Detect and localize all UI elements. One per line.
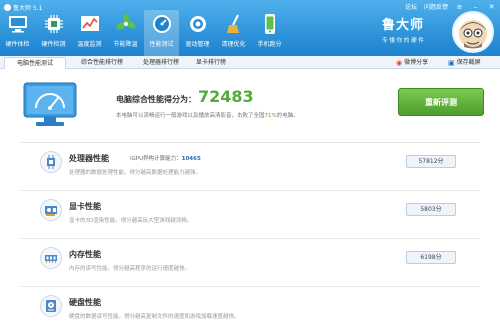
tool-label: 温度监测 [77,41,102,48]
tool-cleanup[interactable]: 清理优化 [216,10,251,56]
score-desc-percent: 71% [264,113,277,119]
tool-label: 硬件体检 [5,41,30,48]
tool-label: 硬件检测 [41,41,66,48]
window-controls: 论坛 问题反馈 ≡ – ✕ [405,2,496,12]
menu-icon[interactable]: ≡ [455,3,464,11]
cpu-icon [40,151,62,173]
tool-label: 驱动管理 [185,41,210,48]
monitor-icon [7,13,29,35]
list-item-cpu: 处理器性能 iGPU异构计算能力：10465 处理器的数据处理性能，得分越高数据… [20,143,480,191]
main-toolbar: 硬件体检 硬件检测 温度监测 节能降温 性能测试 驱动管理 清理优化 手机跑分 [0,10,288,56]
forum-link[interactable]: 论坛 [405,2,417,11]
tab-pc-performance[interactable]: 电脑性能测试 [4,57,66,69]
row-description: 硬盘的数据读写性能，得分越高复制文件的速度和游戏加载速度越快。 [69,314,240,320]
close-icon[interactable]: ✕ [487,3,496,11]
row-score-badge[interactable]: 5803分 [406,203,456,216]
save-screenshot-label: 保存截屏 [456,59,481,66]
row-description: 处理器的数据处理性能，得分越高数据处理能力越强。 [69,170,202,176]
phone-icon [259,13,281,35]
tool-label: 节能降温 [113,41,138,48]
row-title: 处理器性能 [69,154,109,163]
performance-list: 处理器性能 iGPU异构计算能力：10465 处理器的数据处理性能，得分越高数据… [20,142,480,336]
row-description: 显卡的3D渲染性能，得分越高玩大型游戏越流畅。 [69,218,193,224]
weibo-share-button[interactable]: ◉ 微博分享 [396,57,428,69]
retest-button[interactable]: 重新评测 [398,88,484,116]
computer-monitor-icon [22,82,78,128]
tool-label: 清理优化 [221,41,246,48]
weibo-icon: ◉ [396,59,403,67]
brand: 鲁大师 专 懂 你 的 硬 件 [358,14,448,44]
row-description: 内存的读写性能，得分越高程序的运行速度越快。 [69,266,191,272]
tab-bar: 电脑性能测试 综合性能排行榜 处理器排行榜 显卡排行榜 ◉ 微博分享 ▣ 保存截… [0,56,500,69]
feedback-link[interactable]: 问题反馈 [424,2,448,11]
row-score-badge[interactable]: 6198分 [406,251,456,264]
tab-overall-ranking[interactable]: 综合性能排行榜 [70,57,134,69]
gear-icon [187,13,209,35]
camera-icon: ▣ [448,59,455,67]
weibo-share-label: 微博分享 [404,59,429,66]
row-score-badge[interactable]: 57812分 [406,155,456,168]
score-panel: 电脑综合性能得分为： 72483 本电脑可以流畅运行一般游戏以及播放高清影音，击… [10,78,490,134]
list-item-memory: 内存性能 内存的读写性能，得分越高程序的运行速度越快。 6198分 [20,239,480,287]
graphics-card-icon [40,199,62,221]
tab-cpu-ranking[interactable]: 处理器排行榜 [134,57,188,69]
broom-icon [223,13,245,35]
score-desc-text: 本电脑可以流畅运行一般游戏以及播放高清影音，击败了全国 [116,113,265,119]
chip-icon [43,13,65,35]
list-item-gpu: 显卡性能 显卡的3D渲染性能，得分越高玩大型游戏越流畅。 5803分 [20,191,480,239]
mascot-avatar[interactable] [452,11,494,53]
save-screenshot-button[interactable]: ▣ 保存截屏 [448,57,481,69]
tab-gpu-ranking[interactable]: 显卡排行榜 [188,57,234,69]
tool-label: 手机跑分 [257,41,282,48]
tool-driver-manager[interactable]: 驱动管理 [180,10,215,56]
tool-performance-test[interactable]: 性能测试 [144,10,179,56]
top-bar: 鲁大师 5.1 论坛 问题反馈 ≡ – ✕ 硬件体检 硬件检测 温度监测 节能降… [0,0,500,56]
tool-hardware-detect[interactable]: 硬件检测 [36,10,71,56]
speedometer-icon [151,13,173,35]
row-subinfo: iGPU异构计算能力：10465 [130,154,201,162]
row-title: 显卡性能 [69,202,101,211]
score-desc-tail: 的电脑。 [276,113,299,119]
row-title: 内存性能 [69,250,101,259]
tool-temperature[interactable]: 温度监测 [72,10,107,56]
row-title: 硬盘性能 [69,298,101,307]
score-label: 电脑综合性能得分为： [116,95,196,104]
tool-label: 性能测试 [149,41,174,48]
igpu-value: 10465 [181,156,201,162]
brand-name: 鲁大师 [381,18,424,33]
disk-icon [40,295,62,317]
igpu-label: iGPU异构计算能力： [130,156,182,162]
fan-icon [115,13,137,35]
chart-icon [79,13,101,35]
memory-icon [40,247,62,269]
tool-phone-benchmark[interactable]: 手机跑分 [252,10,287,56]
score-value: 72483 [198,87,254,106]
tool-power-saving[interactable]: 节能降温 [108,10,143,56]
tool-hardware-check[interactable]: 硬件体检 [0,10,35,56]
brand-slogan: 专 懂 你 的 硬 件 [382,38,424,44]
minimize-icon[interactable]: – [471,3,480,11]
list-item-disk: 硬盘性能 硬盘的数据读写性能，得分越高复制文件的速度和游戏加载速度越快。 [20,287,480,335]
score-description: 本电脑可以流畅运行一般游戏以及播放高清影音，击败了全国71%的电脑。 [116,111,299,119]
